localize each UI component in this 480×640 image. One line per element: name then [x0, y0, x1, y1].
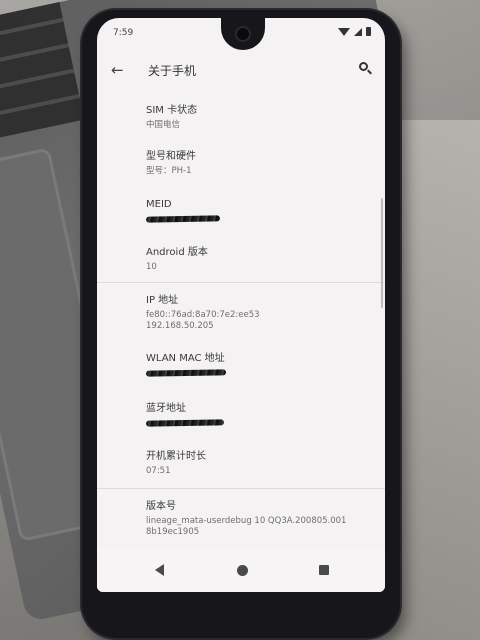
back-arrow-icon[interactable]: ←: [111, 61, 124, 79]
laptop-keyboard: [0, 2, 85, 153]
item-value-secondary: 8b19ec1905: [146, 527, 200, 537]
list-item-model-hardware[interactable]: 型号和硬件 型号：PH-1: [146, 150, 376, 177]
item-value: 10: [146, 262, 157, 272]
item-value: 中国电信: [146, 120, 181, 130]
status-time: 7:59: [113, 28, 134, 38]
item-label: WLAN MAC 地址: [146, 353, 225, 364]
list-item-build-number[interactable]: 版本号 lineage_mata-userdebug 10 QQ3A.20080…: [146, 500, 376, 538]
redaction-scribble: [145, 369, 227, 377]
signal-icon: [354, 27, 362, 36]
item-label: 蓝牙地址: [146, 403, 186, 414]
nav-back-icon[interactable]: [155, 564, 164, 576]
battery-icon: [366, 27, 371, 36]
search-icon[interactable]: [359, 62, 373, 76]
navigation-bar: [97, 550, 385, 592]
scrollbar[interactable]: [381, 198, 383, 308]
divider: [97, 488, 385, 489]
list-item-meid[interactable]: MEID: [145, 198, 376, 223]
nav-recents-icon[interactable]: [319, 565, 329, 575]
divider: [97, 282, 385, 283]
list-item-uptime[interactable]: 开机累计时长 07:51: [146, 450, 376, 477]
wifi-icon: [338, 27, 350, 36]
redaction-scribble: [145, 419, 225, 427]
item-label: Android 版本: [146, 247, 208, 258]
item-label: SIM 卡状态: [146, 105, 198, 116]
list-item-android-version[interactable]: Android 版本 10: [146, 246, 376, 273]
item-label: 型号和硬件: [146, 151, 196, 162]
page-title: 关于手机: [148, 64, 197, 78]
list-item-bluetooth-address[interactable]: 蓝牙地址: [145, 402, 376, 427]
redaction-scribble: [145, 215, 221, 223]
status-icons: [338, 27, 371, 36]
item-label: 开机累计时长: [146, 451, 206, 462]
item-label: IP 地址: [146, 295, 179, 306]
item-value: lineage_mata-userdebug 10 QQ3A.200805.00…: [146, 516, 347, 526]
phone-screen: 7:59 ← 关于手机 SIM 卡状态 中国电信 型号和硬件 型号：PH-1 M…: [97, 18, 385, 592]
list-item-ip-address[interactable]: IP 地址 fe80::76ad:8a70:7e2:ee53 192.168.5…: [146, 294, 376, 332]
list-item-sim-status[interactable]: SIM 卡状态 中国电信: [146, 104, 376, 131]
item-value: 07:51: [146, 466, 171, 476]
item-label: 版本号: [146, 501, 176, 512]
item-value: fe80::76ad:8a70:7e2:ee53: [146, 310, 260, 320]
item-value-secondary: 192.168.50.205: [146, 321, 214, 331]
nav-home-icon[interactable]: [237, 565, 248, 576]
list-item-wlan-mac[interactable]: WLAN MAC 地址: [145, 352, 376, 377]
status-bar: 7:59: [97, 18, 385, 48]
item-label: MEID: [146, 199, 172, 210]
app-bar: ← 关于手机: [97, 50, 385, 90]
item-value: 型号：PH-1: [146, 166, 192, 176]
